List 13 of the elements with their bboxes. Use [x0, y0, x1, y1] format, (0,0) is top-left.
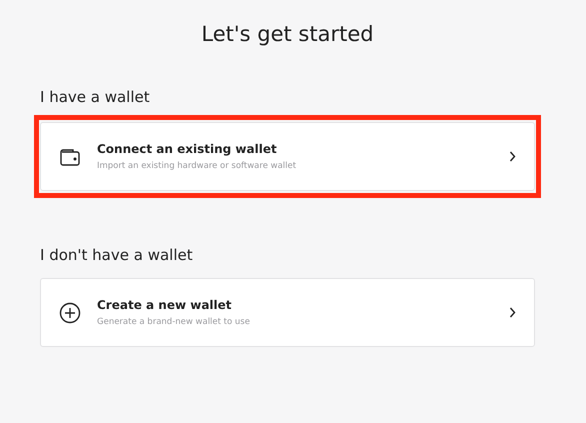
chevron-right-icon [509, 151, 516, 162]
wallet-icon [59, 148, 81, 166]
page-title: Let's get started [200, 22, 375, 46]
chevron-right-icon [509, 307, 516, 318]
option-card[interactable]: Create a new wallet Generate a brand-new wallet to use [40, 278, 535, 347]
option-card[interactable]: Connect an existing wallet Import an existing hardware or software wallet [40, 122, 535, 191]
option-title: Connect an existing wallet [97, 142, 278, 156]
section-heading: I have a wallet [40, 88, 151, 106]
option-subtitle: Import an existing hardware or software wallet [97, 161, 298, 171]
section-heading: I don't have a wallet [40, 246, 194, 264]
plus-circle-icon [59, 302, 81, 324]
option-title: Create a new wallet [97, 298, 233, 312]
option-subtitle: Generate a brand-new wallet to use [97, 317, 251, 327]
